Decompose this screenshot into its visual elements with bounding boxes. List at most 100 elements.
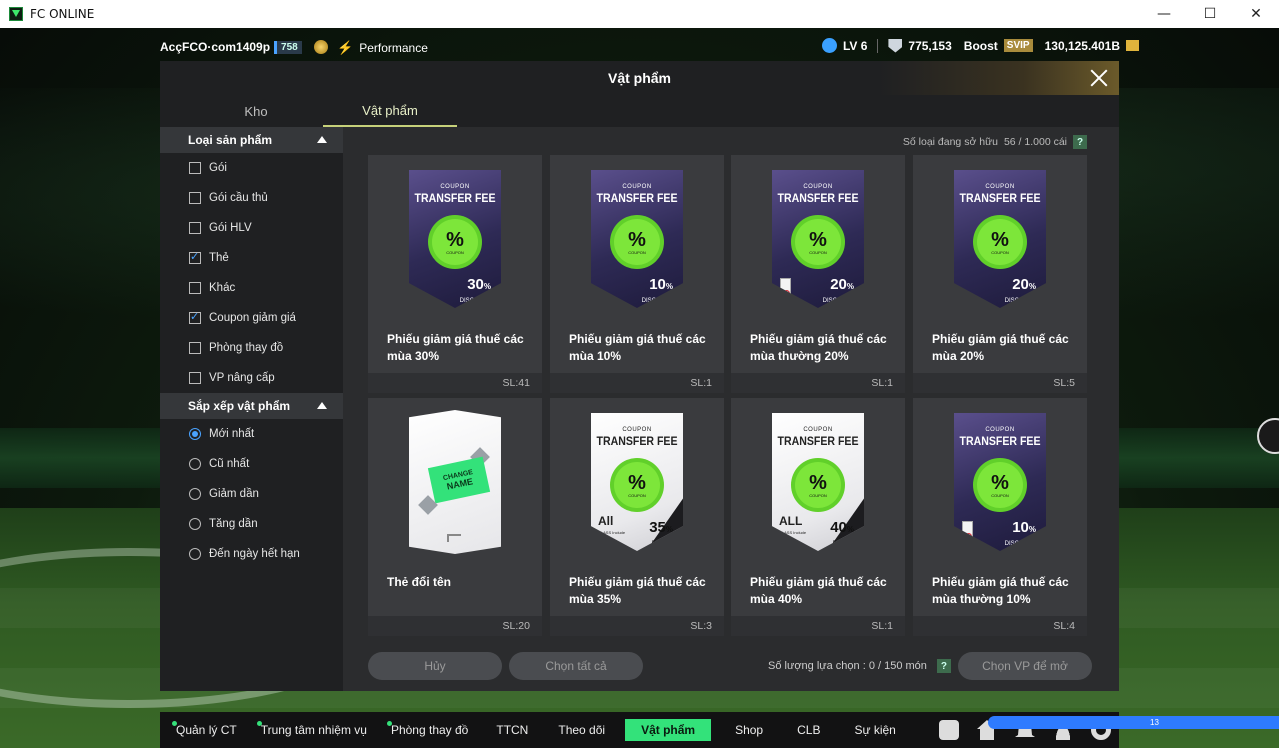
filter-goi[interactable]: Gói [160,153,343,183]
checkbox[interactable] [189,192,201,204]
item-card[interactable]: COUPON TRANSFER FEE % COUPON ALL CLASS Inc… [731,398,905,636]
sort-newest[interactable]: Mới nhất [160,419,343,449]
seal-label: COUPON [991,492,1009,498]
coupon-card-icon: COUPON TRANSFER FEE % COUPON ALL CLASS Inc… [772,413,864,551]
item-name: Phiếu giảm giá thuế các mùa 20% [932,332,1069,363]
filter-label: Gói cầu thủ [209,192,268,204]
item-card[interactable]: COUPON TRANSFER FEE % COUPON All CLASS Inc… [550,398,724,636]
account-badge: 758 [274,40,302,54]
no-trade-icon [962,521,973,543]
chat-icon[interactable] [939,720,959,740]
seal-label: COUPON [446,249,464,255]
sort-ascending[interactable]: Tăng dần [160,509,343,539]
all-sub: CLASS Include [598,530,626,535]
radio-selected[interactable] [189,428,201,440]
sort-header[interactable]: Sắp xếp vật phẩm [160,393,343,419]
item-quantity: SL:1 [550,373,724,393]
item-card[interactable]: COUPON TRANSFER FEE % COUPON 10% DISCOUNT … [913,398,1087,636]
minimize-button[interactable]: — [1141,0,1187,28]
nav-phong-thay-do[interactable]: Phòng thay đồ [381,719,478,741]
nav-shop[interactable]: Shop [725,719,773,741]
cancel-button[interactable]: Hủy [368,652,502,680]
checkbox[interactable] [189,372,201,384]
filter-phong-thay-do[interactable]: Phòng thay đồ [160,333,343,363]
nav-ttcn[interactable]: TTCN [486,719,538,741]
discount-seal-icon: % COUPON [614,219,660,265]
filter-label: Gói [209,162,227,174]
tab-kho[interactable]: Kho [189,95,323,127]
no-trade-icon [780,278,791,300]
seal-percent: % [991,471,1009,494]
filter-goi-cau-thu[interactable]: Gói cầu thủ [160,183,343,213]
coupon-discount: 20% DISCOUNT [823,277,854,308]
owned-value: 56 / 1.000 cái [1003,136,1067,148]
nav-clb[interactable]: CLB [787,719,830,741]
coupon-discount: 30% DISCOUNT [460,277,491,308]
boost-label: Boost [963,38,998,53]
item-name: Phiếu giảm giá thuế các mùa thường 10% [932,575,1069,606]
nav-quan-ly-ct[interactable]: Quản lý CT [166,719,247,741]
item-card[interactable]: COUPON TRANSFER FEE % COUPON 30% DISCOUNT … [368,155,542,393]
checkbox[interactable] [189,282,201,294]
sort-title: Sắp xếp vật phẩm [188,399,291,413]
checkbox-checked[interactable] [189,250,201,264]
divider [877,38,879,53]
coupon-value: 10 [649,276,666,293]
close-window-button[interactable]: ✕ [1233,0,1279,28]
nav-trung-tam-nhiem-vu[interactable]: Trung tâm nhiệm vụ [251,719,377,741]
tab-vat-pham[interactable]: Vật phẩm [323,95,457,127]
collapse-icon [317,402,327,409]
item-quantity: SL:41 [368,373,542,393]
item-card[interactable]: CHANGE NAME Thẻ đổi tên SL:20 [368,398,542,636]
radio[interactable] [189,458,201,470]
item-name: Phiếu giảm giá thuế các mùa 40% [750,575,887,606]
filter-vp-nang-cap[interactable]: VP nâng cấp [160,363,343,393]
svip-badge: SVIP [1003,39,1033,52]
item-card[interactable]: COUPON TRANSFER FEE % COUPON 20% DISCOUNT … [731,155,905,393]
item-thumbnail: COUPON TRANSFER FEE % COUPON 30% DISCOUNT [368,155,542,323]
all-text: All [598,514,614,528]
open-items-button[interactable]: Chọn VP để mở [958,652,1092,680]
filter-the[interactable]: Thẻ [160,243,343,273]
product-type-header[interactable]: Loại sản phẩm [160,127,343,153]
coupon-small: COUPON [985,184,1015,190]
help-icon[interactable]: ? [936,659,951,673]
nav-theo-doi[interactable]: Theo dõi [548,719,615,741]
filter-coupon[interactable]: Coupon giảm giá [160,303,343,333]
coupon-title: TRANSFER FEE [777,434,859,448]
filter-goi-hlv[interactable]: Gói HLV [160,213,343,243]
radio[interactable] [189,548,201,560]
radio[interactable] [189,518,201,530]
maximize-button[interactable]: ☐ [1187,0,1233,28]
item-card[interactable]: COUPON TRANSFER FEE % COUPON 20% DISCOUNT … [913,155,1087,393]
radio[interactable] [189,488,201,500]
checkbox[interactable] [189,222,201,234]
coupon-caption: DISCOUNT [641,298,673,304]
item-card[interactable]: COUPON TRANSFER FEE % COUPON 10% DISCOUNT … [550,155,724,393]
filter-khac[interactable]: Khác [160,273,343,303]
discount-seal-icon: % COUPON [795,219,841,265]
sort-expiry[interactable]: Đến ngày hết hạn [160,539,343,569]
item-thumbnail: COUPON TRANSFER FEE % COUPON 20% DISCOUNT [913,155,1087,323]
performance-button[interactable]: ⚡ Performance [337,40,428,56]
coupon-card-icon: COUPON TRANSFER FEE % COUPON 30% DISCOUNT [409,170,501,308]
shield-icon [888,38,903,53]
coupon-card-icon: COUPON TRANSFER FEE % COUPON 20% DISCOUNT [772,170,864,308]
nav-su-kien[interactable]: Sự kiện [844,719,905,741]
coupon-value: 10 [1012,519,1029,536]
select-all-button[interactable]: Chọn tất cả [509,652,643,680]
seal-label: COUPON [991,249,1009,255]
checkbox[interactable] [189,342,201,354]
sort-oldest[interactable]: Cũ nhất [160,449,343,479]
seal-percent: % [446,228,464,251]
checkbox[interactable] [189,162,201,174]
nav-vat-pham[interactable]: Vật phẩm [625,719,712,741]
close-icon[interactable] [1085,64,1113,92]
item-name: Phiếu giảm giá thuế các mùa 30% [387,332,524,363]
item-quantity: SL:3 [550,616,724,636]
filter-label: VP nâng cấp [209,372,275,384]
items-modal: Vật phẩm Kho Vật phẩm Loại sản phẩm Gói … [160,61,1119,691]
sort-descending[interactable]: Giảm dần [160,479,343,509]
checkbox-checked[interactable] [189,310,201,324]
help-icon[interactable]: ? [1073,135,1087,149]
